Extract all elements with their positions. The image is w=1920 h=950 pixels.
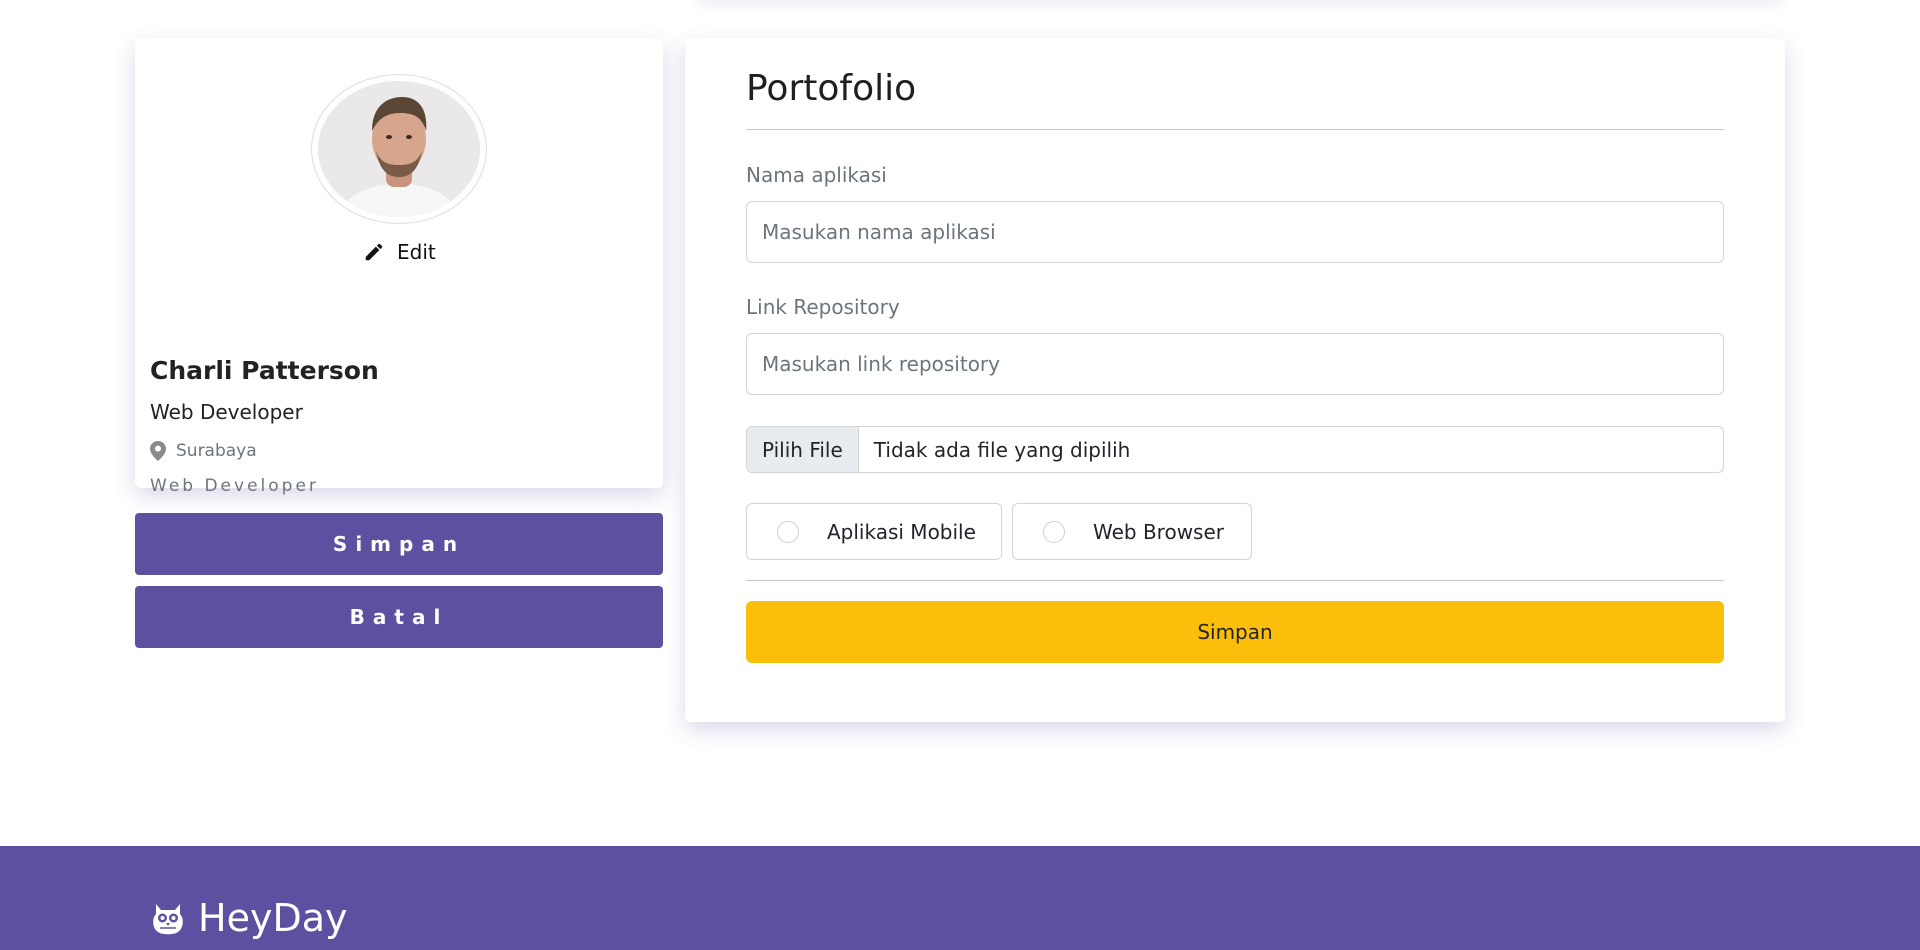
footer: HeyDay <box>0 846 1920 950</box>
avatar <box>318 81 480 217</box>
avatar-frame <box>311 74 487 224</box>
radio-label-web: Web Browser <box>1093 519 1225 544</box>
page: Edit Charli Patterson Web Developer Sura… <box>0 0 1920 950</box>
submit-portfolio-button[interactable]: Simpan <box>746 601 1724 663</box>
location-text: Surabaya <box>176 441 257 461</box>
edit-photo-link[interactable]: Edit <box>363 238 436 266</box>
file-status-text: Tidak ada file yang dipilih <box>873 437 1131 462</box>
portfolio-title: Portofolio <box>746 68 917 109</box>
map-pin-icon <box>150 441 166 461</box>
profile-card: Edit Charli Patterson Web Developer Sura… <box>135 38 663 496</box>
radio-label-mobile: Aplikasi Mobile <box>827 519 976 544</box>
cancel-button[interactable]: Batal <box>135 586 663 648</box>
app-name-input[interactable] <box>746 201 1724 263</box>
radio-circle-icon[interactable] <box>777 520 799 543</box>
repo-link-label: Link Repository <box>746 295 900 319</box>
radio-option-mobile[interactable]: Aplikasi Mobile <box>746 503 1002 560</box>
radio-circle-icon[interactable] <box>1043 520 1065 543</box>
profile-location: Surabaya <box>150 441 257 461</box>
title-divider <box>746 129 1724 130</box>
repo-link-input[interactable] <box>746 333 1724 395</box>
profile-job: Web Developer <box>150 476 319 496</box>
edit-label: Edit <box>397 240 436 264</box>
user-photo-icon <box>318 81 480 217</box>
brand-name: HeyDay <box>198 896 348 940</box>
profile-name: Charli Patterson <box>150 356 379 385</box>
file-upload-input[interactable]: Pilih File Tidak ada file yang dipilih <box>746 426 1724 473</box>
footer-brand[interactable]: HeyDay <box>148 896 347 940</box>
radio-option-web[interactable]: Web Browser <box>1012 503 1252 560</box>
profile-role: Web Developer <box>150 400 303 424</box>
portfolio-card: Portofolio Nama aplikasi Link Repository… <box>685 38 1785 722</box>
owl-logo-icon <box>153 904 183 935</box>
form-divider <box>746 580 1724 581</box>
choose-file-button[interactable]: Pilih File <box>747 427 859 472</box>
save-profile-button[interactable]: Simpan <box>135 513 663 575</box>
app-name-label: Nama aplikasi <box>746 163 887 187</box>
pencil-icon <box>365 243 383 261</box>
